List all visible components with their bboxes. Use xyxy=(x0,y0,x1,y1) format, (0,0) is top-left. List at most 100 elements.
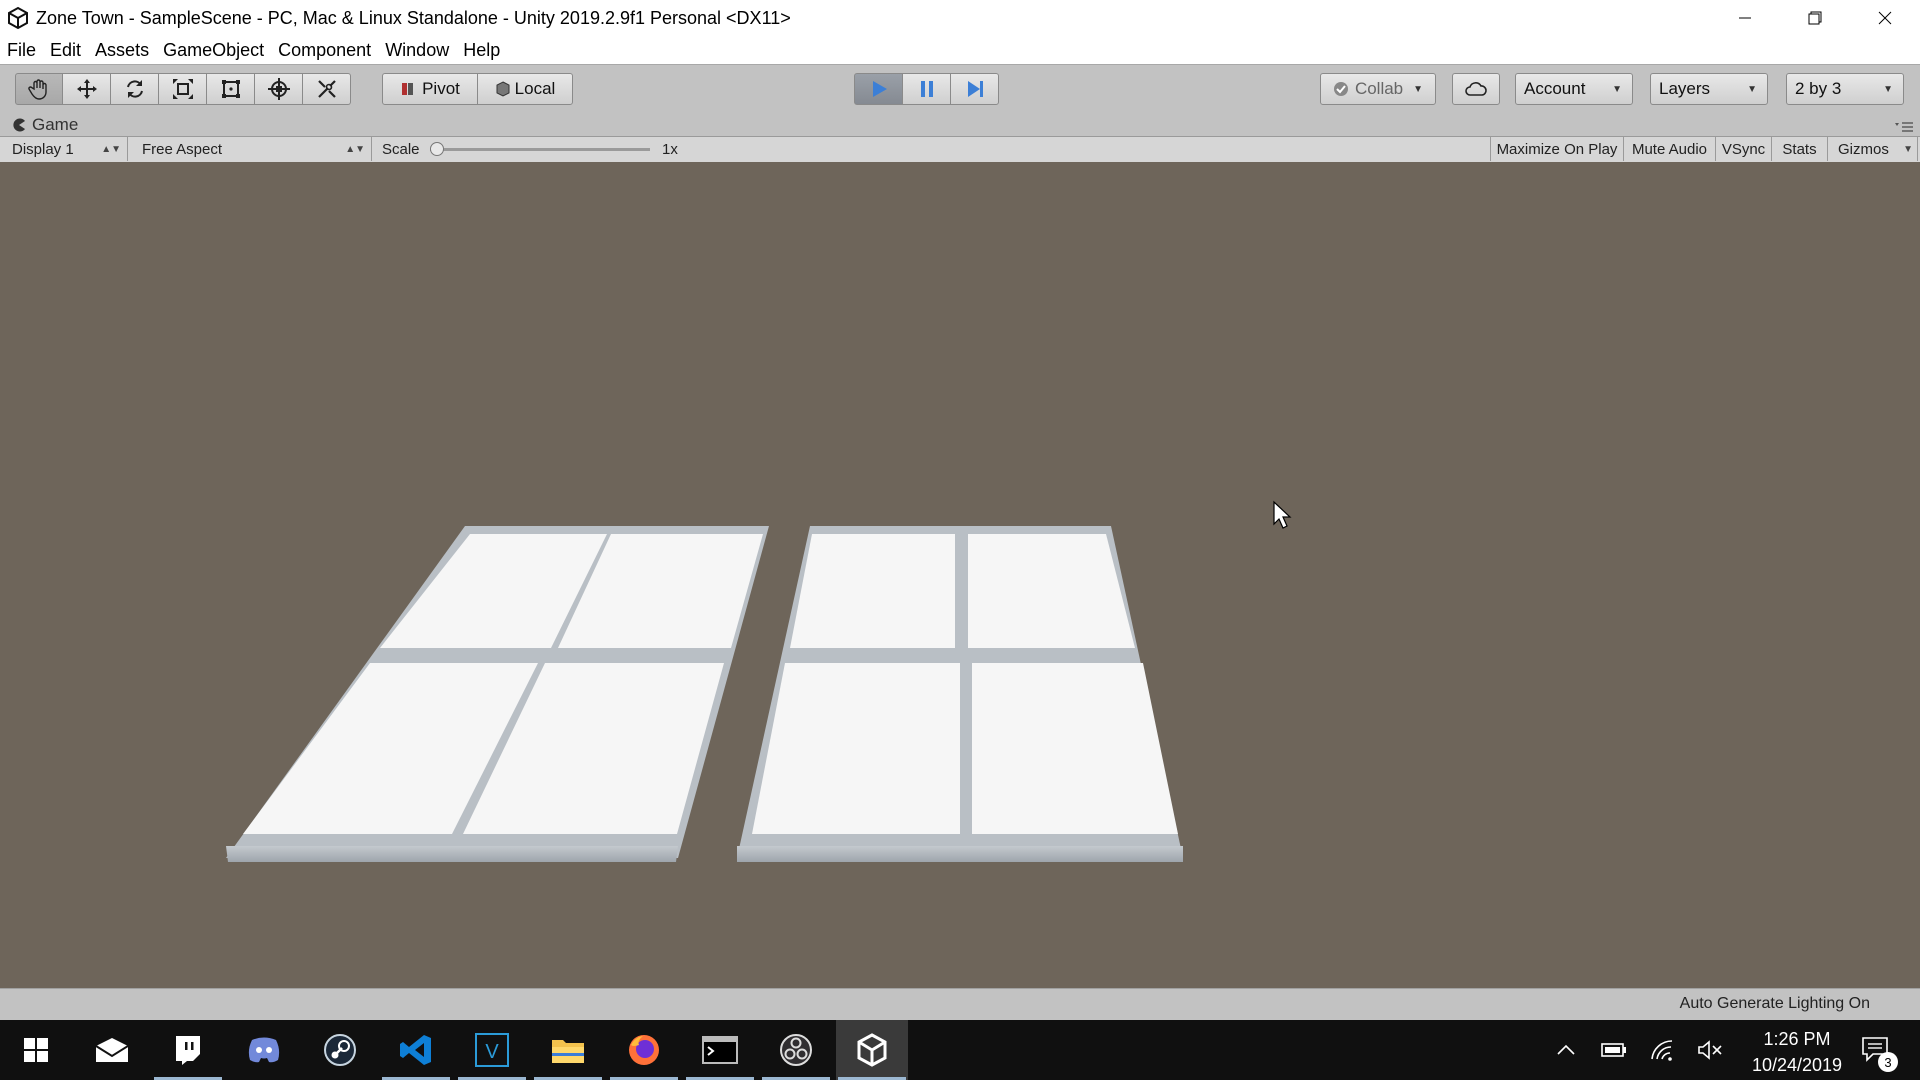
gizmos-dropdown[interactable]: Gizmos ▼ xyxy=(1828,137,1918,161)
scale-slider-thumb[interactable] xyxy=(430,142,444,156)
rotate-tool-icon[interactable] xyxy=(111,73,159,105)
menu-assets[interactable]: Assets xyxy=(88,40,156,61)
step-icon xyxy=(967,81,983,97)
scale-slider[interactable] xyxy=(430,142,650,156)
check-circle-icon xyxy=(1333,82,1348,96)
battery-icon[interactable] xyxy=(1594,1020,1634,1080)
tab-game[interactable]: Game xyxy=(12,115,78,135)
tile xyxy=(968,534,1135,648)
vsync-toggle[interactable]: VSync xyxy=(1716,137,1772,161)
menu-bar: File Edit Assets GameObject Component Wi… xyxy=(0,36,1920,64)
firefox-icon[interactable] xyxy=(608,1020,680,1080)
step-button[interactable] xyxy=(950,73,999,105)
maximize-on-play-label: Maximize On Play xyxy=(1496,140,1618,158)
svg-text:V: V xyxy=(485,1041,499,1063)
vsync-label: VSync xyxy=(1721,140,1766,158)
notification-center-icon[interactable]: 3 xyxy=(1848,1020,1904,1080)
tile xyxy=(790,534,955,648)
menu-gameobject[interactable]: GameObject xyxy=(156,40,271,61)
transform-tool-icon[interactable] xyxy=(255,73,303,105)
display-label: Display 1 xyxy=(12,140,74,158)
notification-count-badge: 3 xyxy=(1878,1052,1898,1072)
volume-muted-icon[interactable] xyxy=(1690,1020,1730,1080)
steam-icon[interactable] xyxy=(304,1020,376,1080)
close-icon[interactable] xyxy=(1850,0,1920,36)
scale-label: Scale xyxy=(382,140,420,158)
pacman-icon xyxy=(13,118,25,132)
status-text: Auto Generate Lighting On xyxy=(1679,995,1870,1012)
dropdown-arrow-icon: ▼ xyxy=(1883,83,1893,95)
move-tool-icon[interactable] xyxy=(63,73,111,105)
file-explorer-icon[interactable] xyxy=(532,1020,604,1080)
account-label: Account xyxy=(1524,79,1586,98)
pivot-button[interactable]: Pivot xyxy=(382,73,478,105)
menu-component[interactable]: Component xyxy=(271,40,378,61)
local-label: Local xyxy=(514,79,556,98)
menu-help[interactable]: Help xyxy=(456,40,507,61)
windows-start-icon[interactable] xyxy=(0,1020,72,1080)
stats-toggle[interactable]: Stats xyxy=(1772,137,1828,161)
v-app-icon[interactable]: V xyxy=(456,1020,528,1080)
clock[interactable]: 1:26 PM 10/24/2019 xyxy=(1742,1026,1852,1078)
dropdown-arrow-icon: ▼ xyxy=(1747,83,1757,95)
custom-tool-icon[interactable] xyxy=(303,73,351,105)
discord-icon[interactable] xyxy=(228,1020,300,1080)
pivot-icon xyxy=(402,83,414,95)
obs-icon[interactable] xyxy=(760,1020,832,1080)
clock-date: 10/24/2019 xyxy=(1751,1055,1843,1075)
layout-dropdown[interactable]: 2 by 3 ▼ xyxy=(1786,73,1904,105)
tab-game-label: Game xyxy=(32,115,79,134)
layers-dropdown[interactable]: Layers ▼ xyxy=(1650,73,1768,105)
game-scene xyxy=(226,500,1292,862)
unity-logo-icon xyxy=(8,6,28,30)
restore-icon[interactable] xyxy=(1780,0,1850,36)
menu-window[interactable]: Window xyxy=(378,40,456,61)
cloud-button[interactable] xyxy=(1452,73,1500,105)
aspect-label: Free Aspect xyxy=(142,140,223,158)
panel-menu-icon[interactable] xyxy=(1894,118,1914,139)
menu-file[interactable]: File xyxy=(0,40,43,61)
pause-icon xyxy=(920,81,933,97)
wifi-icon[interactable] xyxy=(1642,1020,1682,1080)
minimize-icon[interactable] xyxy=(1710,0,1780,36)
play-icon xyxy=(872,81,887,97)
game-view-toolbar: Display 1 ▲▼ Free Aspect ▲▼ Scale 1x Max… xyxy=(0,137,1920,163)
account-dropdown[interactable]: Account ▼ xyxy=(1515,73,1633,105)
mouse-cursor-icon xyxy=(1273,500,1292,529)
game-tab-bar: Game xyxy=(0,114,1920,137)
status-bar: Auto Generate Lighting On xyxy=(0,988,1920,1021)
updown-arrow-icon: ▲▼ xyxy=(345,143,365,155)
title-bar: Zone Town - SampleScene - PC, Mac & Linu… xyxy=(0,0,1920,36)
unity-icon[interactable] xyxy=(836,1020,908,1080)
scale-tool-icon[interactable] xyxy=(159,73,207,105)
twitch-icon[interactable] xyxy=(152,1020,224,1080)
pause-button[interactable] xyxy=(902,73,951,105)
terminal-icon[interactable] xyxy=(684,1020,756,1080)
mute-audio-toggle[interactable]: Mute Audio xyxy=(1624,137,1716,161)
scale-value: 1x xyxy=(662,140,678,158)
display-dropdown[interactable]: Display 1 ▲▼ xyxy=(4,137,128,161)
windows-taskbar: V 1:26 PM 10/24/2019 3 xyxy=(0,1020,1920,1080)
local-button[interactable]: Local xyxy=(477,73,573,105)
collab-button[interactable]: Collab ▼ xyxy=(1320,73,1436,105)
play-button[interactable] xyxy=(854,73,903,105)
stats-label: Stats xyxy=(1782,140,1817,158)
hand-tool-icon[interactable] xyxy=(15,73,63,105)
game-view[interactable] xyxy=(0,162,1920,988)
mute-audio-label: Mute Audio xyxy=(1631,140,1708,158)
menu-edit[interactable]: Edit xyxy=(43,40,88,61)
vscode-icon[interactable] xyxy=(380,1020,452,1080)
main-toolbar: Pivot Local Collab ▼ Account ▼ Layers ▼ … xyxy=(0,64,1920,115)
pivot-label: Pivot xyxy=(422,79,460,98)
right-tile-board xyxy=(737,526,1183,862)
dropdown-arrow-icon: ▼ xyxy=(1903,143,1913,155)
maximize-on-play-toggle[interactable]: Maximize On Play xyxy=(1490,137,1624,161)
aspect-dropdown[interactable]: Free Aspect ▲▼ xyxy=(134,137,372,161)
mail-icon[interactable] xyxy=(76,1020,148,1080)
left-tile-board xyxy=(226,526,769,862)
chevron-up-icon[interactable] xyxy=(1546,1020,1586,1080)
updown-arrow-icon: ▲▼ xyxy=(101,143,121,155)
collab-label: Collab xyxy=(1354,79,1404,98)
rect-tool-icon[interactable] xyxy=(207,73,255,105)
window-title: Zone Town - SampleScene - PC, Mac & Linu… xyxy=(36,7,791,28)
